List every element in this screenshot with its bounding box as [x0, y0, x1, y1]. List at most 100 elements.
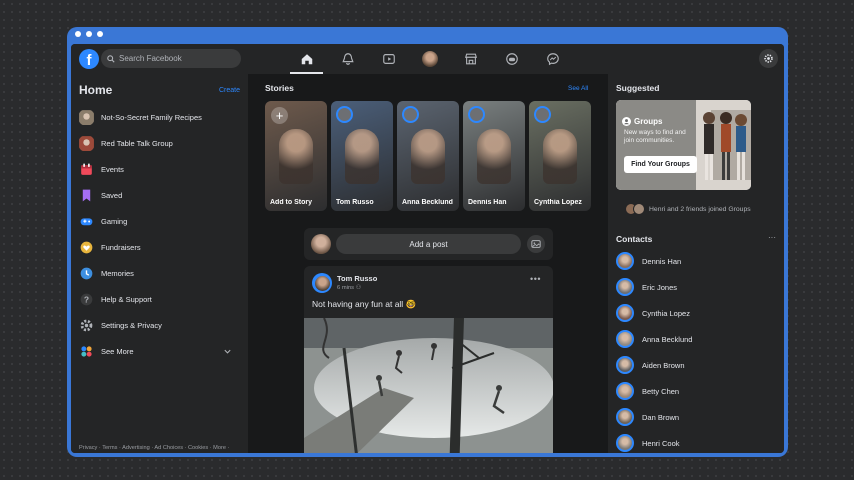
sidebar-item-saved[interactable]: Saved — [76, 182, 244, 208]
nav-gaming[interactable] — [491, 44, 532, 74]
sidebar-item-label: See More — [101, 346, 134, 356]
avatar — [616, 278, 634, 296]
post-composer: Add a post — [304, 228, 553, 260]
story-name: Cynthia Lopez — [534, 199, 582, 206]
see-all-link[interactable]: See All — [568, 85, 588, 92]
marketplace-icon — [464, 53, 477, 65]
sidebar-item-label: Saved — [101, 190, 123, 200]
avatar — [314, 275, 330, 291]
messenger-icon — [546, 53, 559, 66]
gear-icon — [80, 319, 93, 331]
avatar — [616, 252, 634, 270]
contact-item[interactable]: Henri Cook — [616, 430, 776, 453]
add-post-input[interactable]: Add a post — [336, 234, 521, 254]
joined-groups-notice[interactable]: Henri and 2 friends joined Groups — [625, 203, 751, 215]
add-to-story-card[interactable]: + Add to Story — [265, 101, 327, 211]
bookmark-icon — [82, 189, 91, 201]
gear-icon — [764, 54, 773, 63]
facebook-logo-icon[interactable]: f — [79, 49, 99, 69]
avatar — [616, 330, 634, 348]
sidebar-item-label: Gaming — [101, 216, 128, 226]
window-dot-maximize[interactable] — [97, 31, 103, 37]
group-avatar — [79, 135, 94, 151]
post-options-button[interactable]: ••• — [530, 274, 541, 284]
nav-groups[interactable] — [327, 44, 368, 74]
avatar[interactable] — [311, 234, 331, 254]
window-dot-close[interactable] — [75, 31, 81, 37]
sidebar-item-label: Red Table Talk Group — [101, 138, 173, 148]
watch-icon — [382, 54, 395, 64]
sidebar-item-help-support[interactable]: ? Help & Support — [76, 286, 244, 312]
contact-name: Eric Jones — [642, 282, 678, 292]
avatar — [336, 106, 353, 123]
stories-title: Stories — [265, 83, 294, 93]
story-name: Tom Russo — [336, 199, 374, 206]
plus-icon: + — [271, 107, 288, 124]
story-card[interactable]: Tom Russo — [331, 101, 393, 211]
joined-text: Henri and 2 friends joined Groups — [649, 205, 751, 213]
nav-watch[interactable] — [368, 44, 409, 74]
sidebar-item-label: Events — [101, 164, 124, 174]
avatar — [616, 408, 634, 426]
contact-item[interactable]: Dennis Han — [616, 248, 776, 274]
contact-item[interactable]: Aiden Brown — [616, 352, 776, 378]
contact-item[interactable]: Betty Chen — [616, 378, 776, 404]
photo-icon — [531, 240, 541, 248]
fundraiser-icon — [80, 241, 93, 253]
sidebar-item-events[interactable]: Events — [76, 156, 244, 182]
window-dot-minimize[interactable] — [86, 31, 92, 37]
contact-item[interactable]: Cynthia Lopez — [616, 300, 776, 326]
contact-item[interactable]: Dan Brown — [616, 404, 776, 430]
contact-item[interactable]: Eric Jones — [616, 274, 776, 300]
groups-suggestion-card[interactable]: Groups New ways to find and join communi… — [616, 100, 751, 190]
nav-profile[interactable] — [409, 44, 450, 74]
avatar — [468, 106, 485, 123]
sidebar-item-label: Memories — [101, 268, 134, 278]
contact-item[interactable]: Anna Becklund — [616, 326, 776, 352]
browser-window: f Search Facebook Home Create Not-So-Sec… — [67, 27, 788, 457]
suggested-title: Suggested — [616, 83, 660, 93]
nav-messenger[interactable] — [532, 44, 573, 74]
svg-text:?: ? — [84, 294, 89, 304]
sidebar-menu: Not-So-Secret Family Recipes Red Table Ta… — [76, 104, 244, 364]
logo-letter: f — [86, 52, 92, 69]
post-time-text: 6 mins — [337, 285, 355, 291]
right-sidebar: Suggested Groups New ways to find and jo… — [608, 74, 784, 453]
find-your-groups-button[interactable]: Find Your Groups — [624, 156, 697, 173]
sidebar-item-not-so-secret-family-recipes[interactable]: Not-So-Secret Family Recipes — [76, 104, 244, 130]
story-photo — [477, 129, 511, 184]
contact-name: Anna Becklund — [642, 334, 693, 344]
sidebar-item-gaming[interactable]: Gaming — [76, 208, 244, 234]
news-feed: Stories See All + Add to Story Tom Russo An… — [248, 74, 608, 453]
friends-privacy-icon: ⚇ — [355, 285, 361, 291]
add-photo-button[interactable] — [527, 235, 545, 253]
story-name: Anna Becklund — [402, 199, 453, 206]
post-author-name[interactable]: Tom Russo — [337, 274, 377, 283]
footer-links[interactable]: Privacy · Terms · Advertising · Ad Choic… — [79, 444, 241, 453]
sidebar-item-settings-privacy[interactable]: Settings & Privacy — [76, 312, 244, 338]
settings-button[interactable] — [759, 49, 778, 68]
sidebar-item-memories[interactable]: Memories — [76, 260, 244, 286]
story-photo — [411, 129, 445, 184]
sidebar-item-red-table-talk-group[interactable]: Red Table Talk Group — [76, 130, 244, 156]
sidebar-item-label: Help & Support — [101, 294, 152, 304]
sidebar-item-label: Fundraisers — [101, 242, 141, 252]
create-link[interactable]: Create — [219, 87, 240, 94]
story-photo — [345, 129, 379, 184]
sidebar-item-fundraisers[interactable]: Fundraisers — [76, 234, 244, 260]
story-card[interactable]: Dennis Han — [463, 101, 525, 211]
nav-marketplace[interactable] — [450, 44, 491, 74]
post-timestamp[interactable]: 6 mins ⚇ — [337, 285, 361, 291]
calendar-icon — [81, 163, 92, 175]
story-card[interactable]: Anna Becklund — [397, 101, 459, 211]
nav-home[interactable] — [286, 44, 327, 74]
sidebar-item-see-more[interactable]: See More — [76, 338, 244, 364]
story-name: Add to Story — [270, 199, 312, 206]
avatar — [616, 382, 634, 400]
search-input[interactable]: Search Facebook — [101, 49, 241, 68]
post-photo[interactable] — [304, 318, 553, 453]
avatar — [402, 106, 419, 123]
contacts-options-button[interactable]: ··· — [768, 233, 776, 242]
story-card[interactable]: Cynthia Lopez — [529, 101, 591, 211]
post-author-avatar[interactable] — [312, 273, 332, 293]
